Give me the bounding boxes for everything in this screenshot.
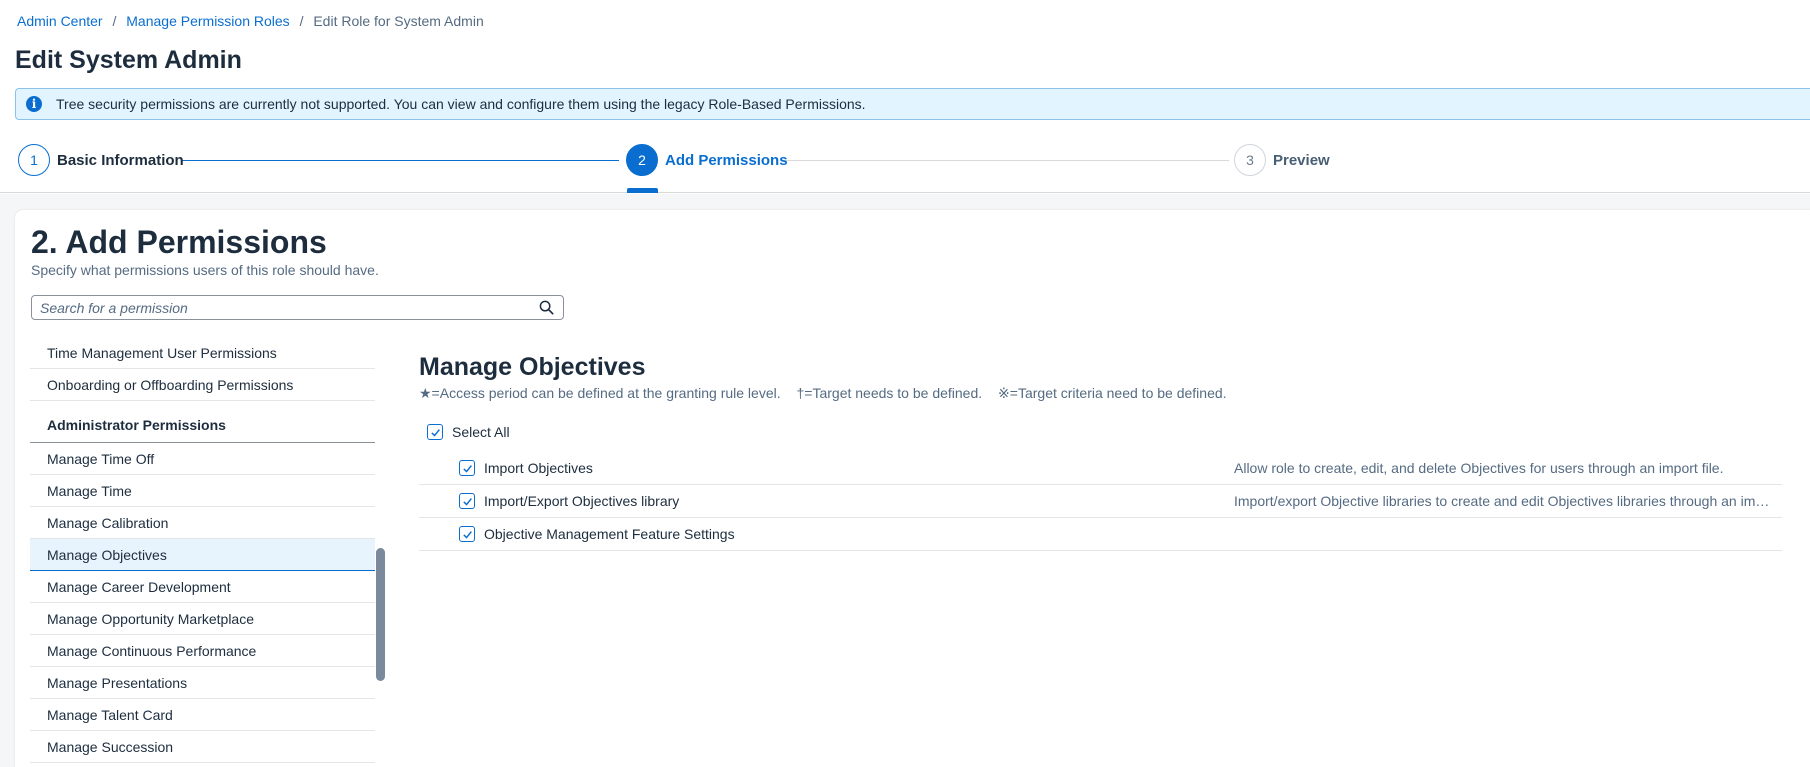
list-item[interactable]: Manage Career Development (30, 571, 375, 603)
legend-target: †=Target needs to be defined. (796, 385, 983, 401)
group-header-administrator-permissions: Administrator Permissions (30, 401, 375, 443)
wizard-step-add-permissions[interactable]: 2 Add Permissions (626, 144, 788, 176)
permission-checkbox[interactable] (459, 493, 475, 509)
table-row: Import Objectives Allow role to create, … (419, 452, 1782, 485)
list-scrollbar[interactable] (376, 548, 385, 681)
info-banner-text: Tree security permissions are currently … (56, 96, 866, 112)
info-icon: i (26, 96, 42, 112)
list-item[interactable]: Manage Succession (30, 731, 375, 763)
permission-name: Import/Export Objectives library (484, 493, 680, 509)
checkmark-icon (462, 497, 472, 506)
active-step-indicator (627, 188, 658, 193)
table-row: Objective Management Feature Settings (419, 518, 1782, 551)
permission-legend: ★=Access period can be defined at the gr… (419, 385, 1239, 402)
page-title: Edit System Admin (15, 46, 242, 74)
breadcrumb-link-admin-center[interactable]: Admin Center (17, 13, 103, 29)
search-input[interactable] (32, 296, 535, 319)
wizard-steps: 1 Basic Information 2 Add Permissions 3 … (0, 130, 1810, 193)
list-item[interactable]: Manage Continuous Performance (30, 635, 375, 667)
legend-access-period: ★=Access period can be defined at the gr… (419, 385, 781, 401)
wizard-step-preview[interactable]: 3 Preview (1234, 144, 1330, 176)
step-label: Add Permissions (665, 151, 788, 169)
permission-checkbox[interactable] (459, 526, 475, 542)
breadcrumb-current: Edit Role for System Admin (313, 13, 484, 29)
list-item[interactable]: Manage Time (30, 475, 375, 507)
wizard-connector-done (182, 160, 619, 161)
step-label: Preview (1273, 151, 1330, 169)
wizard-step-basic-information[interactable]: 1 Basic Information (18, 144, 184, 176)
list-item[interactable]: Manage Talent Card (30, 699, 375, 731)
permission-description: Allow role to create, edit, and delete O… (1234, 460, 1724, 476)
list-item[interactable]: Onboarding or Offboarding Permissions (30, 369, 375, 401)
step-number: 3 (1234, 144, 1266, 176)
breadcrumb-link-manage-permission-roles[interactable]: Manage Permission Roles (126, 13, 289, 29)
select-all-label: Select All (452, 424, 510, 440)
step-number: 1 (18, 144, 50, 176)
permission-name: Objective Management Feature Settings (484, 526, 735, 542)
section-subtitle: Specify what permissions users of this r… (31, 262, 379, 278)
list-item[interactable]: Manage Presentations (30, 667, 375, 699)
permission-checkbox[interactable] (459, 460, 475, 476)
list-item[interactable]: Time Management User Permissions (30, 337, 375, 369)
select-all: Select All (427, 424, 510, 440)
breadcrumb-separator: / (299, 13, 304, 29)
list-item[interactable]: Manage Calibration (30, 507, 375, 539)
search-icon[interactable] (535, 297, 557, 319)
table-row: Import/Export Objectives library Import/… (419, 485, 1782, 518)
breadcrumb: Admin Center / Manage Permission Roles /… (17, 13, 484, 29)
wizard-connector-todo (784, 160, 1229, 161)
permission-table: Import Objectives Allow role to create, … (419, 452, 1782, 551)
list-item[interactable]: Manage Opportunity Marketplace (30, 603, 375, 635)
checkmark-icon (462, 464, 472, 473)
breadcrumb-separator: / (112, 13, 117, 29)
legend-target-criteria: ※=Target criteria need to be defined. (998, 385, 1227, 401)
permission-description: Import/export Objective libraries to cre… (1234, 493, 1774, 509)
step-label: Basic Information (57, 151, 184, 169)
checkmark-icon (462, 530, 472, 539)
detail-title: Manage Objectives (419, 353, 646, 381)
permission-name: Import Objectives (484, 460, 593, 476)
step-number: 2 (626, 144, 658, 176)
permission-category-list: Time Management User Permissions Onboard… (30, 337, 375, 767)
info-banner: i Tree security permissions are currentl… (15, 88, 1810, 120)
select-all-checkbox[interactable] (427, 424, 443, 440)
checkmark-icon (430, 428, 440, 437)
list-item[interactable]: Manage Time Off (30, 443, 375, 475)
section-title: 2. Add Permissions (31, 224, 327, 260)
list-item-selected[interactable]: Manage Objectives (30, 539, 375, 571)
permission-search (31, 295, 564, 320)
